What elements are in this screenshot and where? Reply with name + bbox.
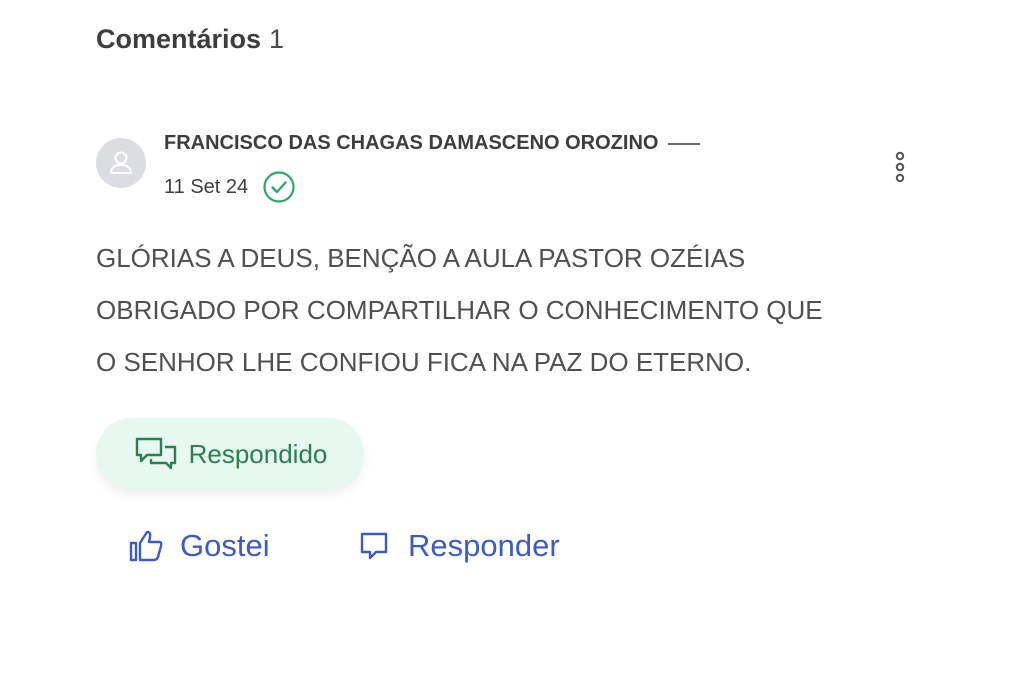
thumbs-up-icon bbox=[128, 529, 164, 563]
comments-count: 1 bbox=[269, 24, 285, 54]
answered-badge-label: Respondido bbox=[188, 438, 328, 469]
comment-header: FRANCISCO DAS CHAGAS DAMASCENO OROZINO 1… bbox=[96, 128, 916, 208]
reply-button-label: Responder bbox=[408, 528, 560, 563]
comment-body-line: OBRIGADO POR COMPARTILHAR O CONHECIMENTO… bbox=[96, 295, 823, 325]
comment-actions: Gostei Responder bbox=[128, 528, 560, 564]
comment-author-name: FRANCISCO DAS CHAGAS DAMASCENO OROZINO bbox=[164, 132, 659, 154]
user-icon bbox=[110, 151, 132, 174]
comment-item: FRANCISCO DAS CHAGAS DAMASCENO OROZINO 1… bbox=[96, 128, 916, 563]
like-button[interactable]: Gostei bbox=[128, 528, 358, 564]
comment-body-line: O SENHOR LHE CONFIOU FICA NA PAZ DO ETER… bbox=[96, 347, 752, 377]
comment-author: FRANCISCO DAS CHAGAS DAMASCENO OROZINO bbox=[164, 132, 701, 155]
check-circle-icon bbox=[262, 170, 296, 204]
comments-title: Comentários bbox=[96, 24, 262, 54]
chat-bubbles-icon bbox=[135, 437, 176, 470]
like-button-label: Gostei bbox=[180, 528, 270, 563]
more-vertical-icon bbox=[895, 151, 905, 183]
comment-body-line: GLÓRIAS A DEUS, BENÇÃO A AULA PASTOR OZÉ… bbox=[96, 243, 746, 273]
comment-meta: 11 Set 24 bbox=[164, 170, 296, 204]
answered-badge: Respondido bbox=[96, 418, 364, 490]
reply-button[interactable]: Responder bbox=[358, 528, 560, 564]
comment-body: GLÓRIAS A DEUS, BENÇÃO A AULA PASTOR OZÉ… bbox=[96, 232, 916, 388]
comments-header: Comentários 1 bbox=[96, 24, 936, 68]
comments-section: Comentários 1 FRANCISCO DAS CHAGAS DAMAS… bbox=[96, 24, 936, 563]
author-separator bbox=[668, 142, 701, 145]
avatar bbox=[96, 138, 146, 188]
comment-menu-button[interactable] bbox=[888, 148, 912, 188]
comment-date: 11 Set 24 bbox=[164, 175, 249, 198]
comment-icon bbox=[358, 529, 392, 563]
